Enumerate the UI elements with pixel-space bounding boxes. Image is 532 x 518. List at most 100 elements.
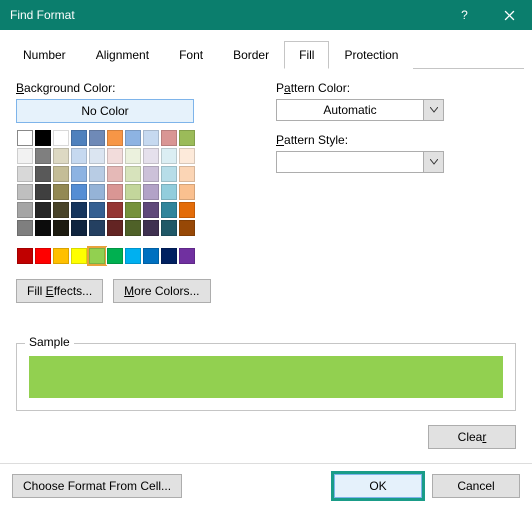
color-swatch[interactable] [160,201,178,219]
color-swatch[interactable] [142,165,160,183]
color-swatch[interactable] [124,129,142,147]
color-swatch[interactable] [34,183,52,201]
color-swatch[interactable] [88,129,106,147]
close-icon [504,10,515,21]
color-swatch[interactable] [88,183,106,201]
color-swatch[interactable] [52,147,70,165]
color-swatch[interactable] [160,247,178,265]
pattern-style-combo[interactable] [276,151,444,173]
more-colors-button[interactable]: More Colors... [113,279,210,303]
color-swatch[interactable] [70,219,88,237]
color-swatch[interactable] [16,165,34,183]
color-swatch[interactable] [52,201,70,219]
color-swatch[interactable] [34,247,52,265]
no-color-button[interactable]: No Color [16,99,194,123]
tab-number[interactable]: Number [8,41,81,69]
color-swatch[interactable] [70,147,88,165]
color-swatch[interactable] [52,247,70,265]
color-swatch[interactable] [160,165,178,183]
color-swatch[interactable] [34,147,52,165]
color-swatch[interactable] [124,165,142,183]
color-swatch[interactable] [52,165,70,183]
background-color-label: Background Color: [16,81,246,95]
tab-alignment[interactable]: Alignment [81,41,164,69]
chevron-down-icon [423,152,443,172]
color-palette-standard [16,247,196,265]
color-swatch[interactable] [34,165,52,183]
color-swatch[interactable] [88,147,106,165]
color-swatch[interactable] [160,183,178,201]
chevron-down-icon [423,100,443,120]
color-swatch[interactable] [52,183,70,201]
color-swatch[interactable] [16,147,34,165]
color-palette-main [16,129,196,237]
color-swatch[interactable] [178,147,196,165]
color-swatch[interactable] [34,201,52,219]
color-swatch[interactable] [142,219,160,237]
color-swatch[interactable] [106,219,124,237]
pattern-style-value [277,152,423,172]
tab-border[interactable]: Border [218,41,284,69]
pattern-color-combo[interactable]: Automatic [276,99,444,121]
color-swatch[interactable] [70,165,88,183]
color-swatch[interactable] [142,129,160,147]
color-swatch[interactable] [70,129,88,147]
color-swatch[interactable] [88,247,106,265]
color-swatch[interactable] [34,219,52,237]
color-swatch[interactable] [124,183,142,201]
pattern-style-label: Pattern Style: [276,133,516,147]
color-swatch[interactable] [178,165,196,183]
color-swatch[interactable] [124,147,142,165]
color-swatch[interactable] [106,147,124,165]
sample-label: Sample [25,335,74,349]
window-title: Find Format [10,8,442,22]
tab-font[interactable]: Font [164,41,218,69]
color-swatch[interactable] [178,247,196,265]
color-swatch[interactable] [178,129,196,147]
help-button[interactable]: ? [442,0,487,30]
color-swatch[interactable] [106,247,124,265]
color-swatch[interactable] [160,129,178,147]
color-swatch[interactable] [70,183,88,201]
color-swatch[interactable] [70,247,88,265]
color-swatch[interactable] [106,129,124,147]
cancel-button[interactable]: Cancel [432,474,520,498]
color-swatch[interactable] [16,129,34,147]
color-swatch[interactable] [142,147,160,165]
color-swatch[interactable] [16,219,34,237]
ok-button[interactable]: OK [334,474,422,498]
color-swatch[interactable] [88,219,106,237]
color-swatch[interactable] [124,219,142,237]
sample-preview: Sample [16,343,516,411]
color-swatch[interactable] [142,201,160,219]
color-swatch[interactable] [52,219,70,237]
tab-bar: NumberAlignmentFontBorderFillProtection [8,40,524,69]
close-button[interactable] [487,0,532,30]
color-swatch[interactable] [88,165,106,183]
clear-button[interactable]: Clear [428,425,516,449]
color-swatch[interactable] [88,201,106,219]
color-swatch[interactable] [106,165,124,183]
color-swatch[interactable] [16,183,34,201]
color-swatch[interactable] [16,247,34,265]
tab-fill[interactable]: Fill [284,41,329,69]
color-swatch[interactable] [178,183,196,201]
color-swatch[interactable] [160,147,178,165]
color-swatch[interactable] [124,201,142,219]
color-swatch[interactable] [106,201,124,219]
color-swatch[interactable] [142,183,160,201]
color-swatch[interactable] [16,201,34,219]
color-swatch[interactable] [178,201,196,219]
titlebar: Find Format ? [0,0,532,30]
fill-effects-button[interactable]: Fill Effects... [16,279,103,303]
color-swatch[interactable] [142,247,160,265]
color-swatch[interactable] [52,129,70,147]
color-swatch[interactable] [70,201,88,219]
color-swatch[interactable] [160,219,178,237]
tab-protection[interactable]: Protection [329,41,413,69]
choose-format-button[interactable]: Choose Format From Cell... [12,474,182,498]
color-swatch[interactable] [106,183,124,201]
color-swatch[interactable] [34,129,52,147]
color-swatch[interactable] [178,219,196,237]
color-swatch[interactable] [124,247,142,265]
